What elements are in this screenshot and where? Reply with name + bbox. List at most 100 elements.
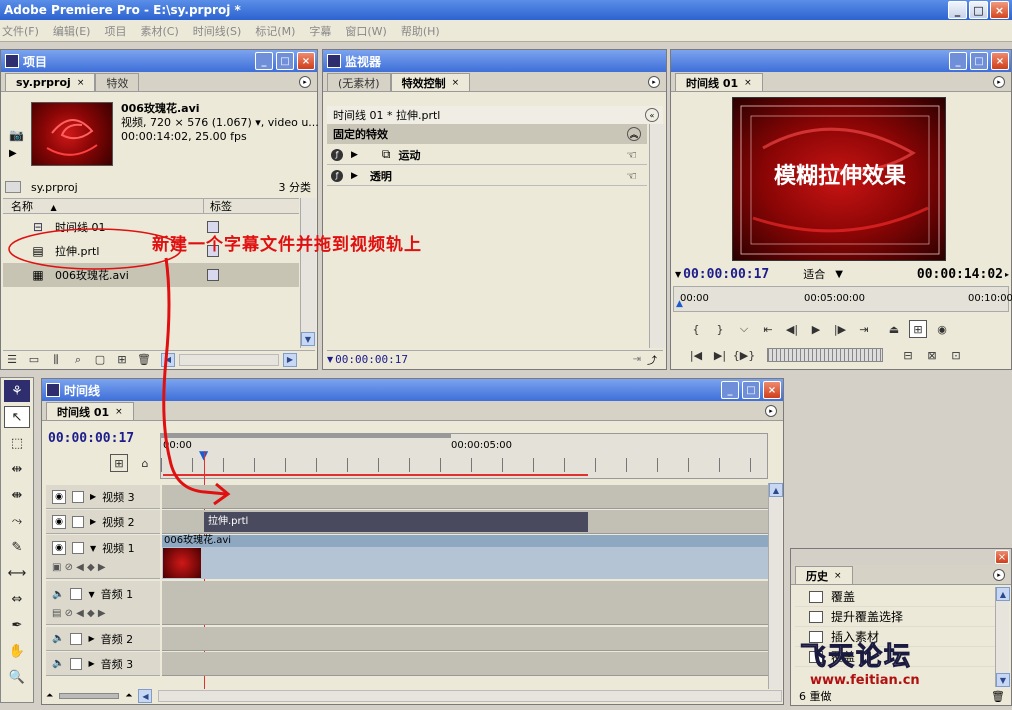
expand-icon[interactable]: ▶ (351, 150, 358, 160)
zoom-bar[interactable] (161, 434, 451, 438)
menu-project[interactable]: 项目 (104, 23, 126, 39)
tab-sequence[interactable]: 时间线 01 × (46, 402, 134, 420)
zoom-out-icon[interactable]: ⏶ (46, 691, 53, 701)
keyframe-controls-icon[interactable]: ▣ ⊘ ◀ ◆ ▶ (52, 562, 160, 573)
slip-tool-icon[interactable]: ⟷ (4, 562, 30, 584)
history-item[interactable]: 覆盖 (795, 587, 995, 607)
menu-marker[interactable]: 标记(M) (255, 23, 295, 39)
track-lane-video1[interactable]: 006玫瑰花.avi (162, 535, 768, 579)
expand-icon[interactable]: ▶ (88, 634, 94, 643)
track-lane-video3[interactable] (162, 485, 768, 509)
menu-help[interactable]: 帮助(H) (401, 23, 440, 39)
timeline-ruler[interactable]: 00:00 00:00:05:00 ▼ (160, 433, 768, 479)
panel-close-button[interactable]: × (995, 550, 1009, 564)
timeline-clip[interactable]: 006玫瑰花.avi (162, 535, 768, 579)
speaker-icon[interactable]: 🔈 (52, 589, 64, 600)
panel-close-button[interactable]: × (297, 52, 315, 70)
play-icon[interactable]: ▶ (9, 148, 29, 159)
close-button[interactable]: × (990, 1, 1009, 19)
panel-close-button[interactable]: × (763, 381, 781, 399)
speaker-icon[interactable]: 🔈 (52, 658, 64, 669)
track-lane-audio1[interactable] (162, 581, 768, 625)
eye-icon[interactable]: ◉ (52, 541, 66, 555)
zoom-tool-icon[interactable]: 🔍 (4, 666, 30, 688)
expand-icon[interactable]: ▶ (351, 171, 358, 181)
prev-edit-icon[interactable]: |◀ (687, 346, 705, 364)
timeline-vscroll[interactable]: ▲ (768, 483, 783, 689)
eye-icon[interactable]: ◉ (52, 514, 66, 529)
set-marker-icon[interactable]: ⌵ (735, 320, 753, 338)
keyframe-controls-icon[interactable]: ▤ ⊘ ◀ ◆ ▶ (52, 608, 160, 619)
extract-icon[interactable]: ⊠ (923, 346, 941, 364)
project-hscroll[interactable] (179, 353, 279, 366)
history-vscroll[interactable]: ▲ ▼ (995, 587, 1010, 687)
reset-hand-icon[interactable]: ☜ (626, 148, 637, 162)
scroll-up-icon[interactable]: ▲ (996, 587, 1010, 601)
fit-dropdown[interactable]: 适合 (803, 266, 825, 282)
delete-icon[interactable]: 🗑 (135, 351, 153, 369)
expand-icon[interactable]: ▶ (90, 517, 96, 526)
timeline-hscroll[interactable] (158, 690, 782, 702)
tab-effect-controls[interactable]: 特效控制 × (390, 73, 471, 91)
step-back-icon[interactable]: ◀| (783, 320, 801, 338)
track-lane-video2[interactable]: 拉伸.prtl (162, 510, 768, 534)
lift-icon[interactable]: ⏏ (885, 320, 903, 338)
close-icon[interactable]: × (744, 78, 752, 88)
effect-timecode[interactable]: 00:00:00:17 (335, 353, 408, 366)
program-current-timecode[interactable]: 00:00:00:17 (683, 267, 769, 282)
safe-margins-icon[interactable]: ⊞ (909, 320, 927, 338)
slide-tool-icon[interactable]: ⇔ (4, 588, 30, 610)
export-frame-icon[interactable]: ⊡ (947, 346, 965, 364)
scroll-right-icon[interactable]: ▶ (283, 352, 297, 367)
tab-project[interactable]: sy.prproj × (5, 73, 96, 91)
selection-tool-icon[interactable]: ↖ (4, 406, 30, 428)
col-name[interactable]: 名称 ▲ (3, 198, 203, 214)
list-item[interactable]: ▦ 006玫瑰花.avi (3, 263, 299, 287)
menu-file[interactable]: 文件(F) (2, 23, 39, 39)
pen-tool-icon[interactable]: ✒ (4, 614, 30, 636)
scroll-down-icon[interactable]: ▼ (301, 332, 315, 346)
automate-icon[interactable]: ⫼ (47, 351, 65, 369)
history-item[interactable]: 提升覆盖选择 (795, 607, 995, 627)
ripple-icon[interactable]: ⇥ (633, 354, 641, 365)
tab-program[interactable]: 时间线 01 × (675, 73, 763, 91)
eye-icon[interactable]: ◉ (52, 489, 66, 504)
camera-icon[interactable]: 📷 (9, 128, 29, 142)
rate-stretch-tool-icon[interactable]: ⤳ (4, 510, 30, 532)
icon-view-icon[interactable]: ▭ (25, 351, 43, 369)
panel-close-button[interactable]: × (991, 52, 1009, 70)
play-in-out-icon[interactable]: {▶} (733, 346, 755, 364)
effect-row-motion[interactable]: ƒ ▶ ⧉ 运动 ☜ (327, 145, 647, 165)
rolling-edit-tool-icon[interactable]: ⇼ (4, 484, 30, 506)
zoom-in-icon[interactable]: ⏶ (125, 691, 132, 701)
jog-shuttle[interactable] (767, 348, 883, 362)
close-icon[interactable]: × (834, 571, 842, 581)
collapse-icon[interactable]: ▼ (90, 544, 96, 553)
go-to-in-icon[interactable]: ⇤ (759, 320, 777, 338)
export-icon[interactable]: ⤴ (647, 352, 657, 367)
collapse-up-icon[interactable]: ︽ (627, 127, 641, 141)
minimize-button[interactable]: _ (948, 1, 967, 19)
menu-window[interactable]: 窗口(W) (345, 23, 386, 39)
ripple-edit-tool-icon[interactable]: ⇹ (4, 458, 30, 480)
output-icon[interactable]: ◉ (933, 320, 951, 338)
panel-maximize-button[interactable]: □ (742, 381, 760, 399)
expand-icon[interactable]: ▶ (88, 659, 94, 668)
scroll-down-icon[interactable]: ▼ (996, 673, 1010, 687)
lock-toggle[interactable] (72, 490, 84, 503)
collapse-icon[interactable]: ▼ (88, 590, 94, 599)
fx-toggle-icon[interactable]: ƒ (331, 148, 343, 161)
maximize-button[interactable]: □ (969, 1, 988, 19)
scroll-up-icon[interactable]: ▲ (769, 483, 783, 497)
panel-maximize-button[interactable]: □ (970, 52, 988, 70)
panel-menu-icon[interactable]: ▸ (993, 569, 1005, 581)
bin-up-icon[interactable] (5, 181, 21, 193)
scroll-left-icon[interactable]: ◀ (161, 352, 175, 367)
panel-menu-icon[interactable]: ▸ (765, 405, 777, 417)
project-vscroll[interactable]: ▼ (300, 198, 316, 348)
lock-toggle[interactable] (70, 588, 83, 600)
razor-tool-icon[interactable]: ✎ (4, 536, 30, 558)
timeline-current-timecode[interactable]: 00:00:00:17 (48, 431, 154, 446)
effect-vscroll[interactable] (649, 124, 665, 348)
mark-out-icon[interactable]: } (711, 320, 729, 338)
